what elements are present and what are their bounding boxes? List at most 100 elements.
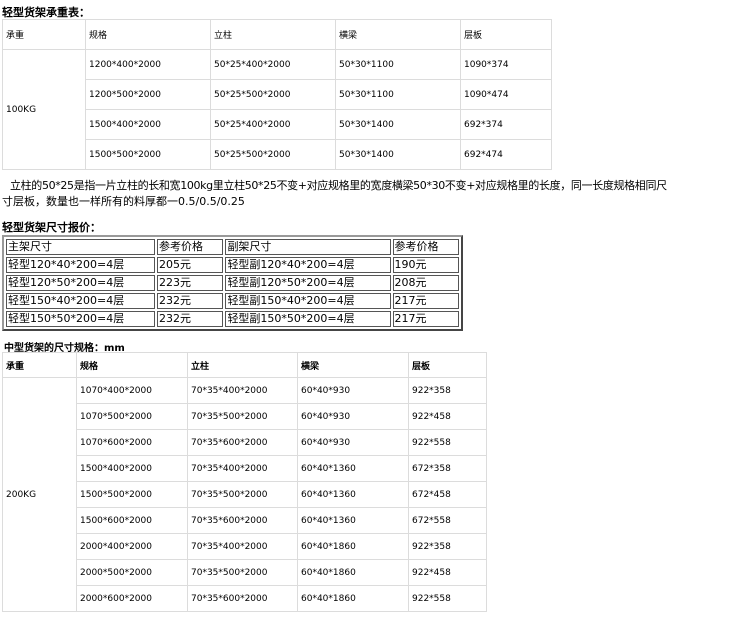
cell-beam: 50*30*1100	[335, 79, 461, 110]
header-load: 承重	[2, 352, 77, 378]
cell-upright: 50*25*500*2000	[210, 79, 336, 110]
section2-title: 轻型货架尺寸报价：	[2, 221, 101, 234]
cell-upright: 50*25*400*2000	[210, 49, 336, 80]
cell-beam: 60*40*1860	[297, 585, 409, 612]
table-row: 200KG 1070*400*2000 70*35*400*2000 60*40*93…	[2, 377, 487, 612]
table-row: 1500*400*2000 50*25*400*2000 50*30*1400 692…	[3, 109, 552, 140]
cell-upright: 70*35*400*2000	[187, 533, 298, 560]
header-spec: 规格	[85, 19, 211, 50]
cell-beam: 60*40*930	[297, 377, 409, 404]
cell-beam: 60*40*930	[297, 403, 409, 430]
cell-upright: 70*35*400*2000	[187, 455, 298, 482]
cell-load: 200KG	[2, 377, 77, 612]
cell-spec: 1500*600*2000	[76, 507, 188, 534]
cell-spec: 1070*600*2000	[76, 429, 188, 456]
cell-spec: 1070*400*2000	[76, 377, 188, 404]
cell-sub-size: 轻型副150*40*200=4层	[225, 293, 391, 309]
table-row: 轻型150*40*200=4层 232元 轻型副150*40*200=4层 217元	[6, 293, 459, 309]
cell-sub-size: 轻型副120*40*200=4层	[225, 257, 391, 273]
cell-spec: 1070*500*2000	[76, 403, 188, 430]
cell-shelf: 672*458	[408, 481, 487, 508]
cell-main-size: 轻型120*40*200=4层	[6, 257, 155, 273]
table-row: 轻型120*50*200=4层 223元 轻型副120*50*200=4层 208元	[6, 275, 459, 291]
cell-upright: 70*35*500*2000	[187, 403, 298, 430]
cell-shelf: 1090*374	[460, 49, 552, 80]
cell-upright: 70*35*600*2000	[187, 585, 298, 612]
cell-sub-size: 轻型副150*50*200=4层	[225, 311, 391, 327]
cell-spec: 1500*400*2000	[85, 109, 211, 140]
cell-spec: 1200*500*2000	[85, 79, 211, 110]
cell-beam: 60*40*930	[297, 429, 409, 456]
cell-shelf: 672*358	[408, 455, 487, 482]
cell-shelf: 692*374	[460, 109, 552, 140]
cell-shelf: 922*458	[408, 559, 487, 586]
header-shelf: 层板	[460, 19, 552, 50]
cell-sub-price: 217元	[392, 311, 459, 327]
cell-main-price: 205元	[157, 257, 224, 273]
price-header-price: 参考价格	[157, 239, 224, 255]
cell-beam: 50*30*1400	[335, 109, 461, 140]
cell-main-size: 轻型150*50*200=4层	[6, 311, 155, 327]
cell-upright: 50*25*400*2000	[210, 109, 336, 140]
note-paragraph: 立柱的50*25是指一片立柱的长和宽100kg里立柱50*25不变+对应规格里的…	[2, 178, 748, 210]
note-line-1: 立柱的50*25是指一片立柱的长和宽100kg里立柱50*25不变+对应规格里的…	[10, 179, 667, 192]
cell-shelf: 922*458	[408, 403, 487, 430]
cell-spec: 2000*500*2000	[76, 559, 188, 586]
cell-sub-price: 217元	[392, 293, 459, 309]
table-row: 1500*500*2000 50*25*500*2000 50*30*1400 692…	[3, 139, 552, 170]
cell-beam: 60*40*1860	[297, 559, 409, 586]
cell-sub-price: 208元	[392, 275, 459, 291]
cell-shelf: 692*474	[460, 139, 552, 170]
cell-beam: 60*40*1360	[297, 481, 409, 508]
table-row: 轻型120*40*200=4层 205元 轻型副120*40*200=4层 190元	[6, 257, 459, 273]
header-upright: 立柱	[210, 19, 336, 50]
light-shelf-price-table: 主架尺寸 参考价格 副架尺寸 参考价格 轻型120*40*200=4层 205元轻…	[2, 235, 463, 331]
cell-beam: 50*30*1400	[335, 139, 461, 170]
cell-beam: 60*40*1360	[297, 455, 409, 482]
cell-spec: 1500*400*2000	[76, 455, 188, 482]
table-row: 1200*500*2000 50*25*500*2000 50*30*1100 109…	[3, 79, 552, 110]
cell-main-price: 232元	[157, 311, 224, 327]
cell-upright: 70*35*500*2000	[187, 481, 298, 508]
cell-main-price: 232元	[157, 293, 224, 309]
price-header-sub: 副架尺寸	[225, 239, 391, 255]
cell-spec: 1500*500*2000	[76, 481, 188, 508]
section1-title: 轻型货架承重表：	[2, 6, 90, 19]
table-row: 轻型150*50*200=4层 232元 轻型副150*50*200=4层 217元	[6, 311, 459, 327]
cell-beam: 60*40*1360	[297, 507, 409, 534]
note-line-2: 寸层板，数量也一样所有的料厚都一0.5/0.5/0.25	[2, 195, 245, 208]
cell-spec: 2000*400*2000	[76, 533, 188, 560]
header-beam: 横梁	[297, 352, 409, 378]
cell-upright: 70*35*600*2000	[187, 507, 298, 534]
light-shelf-load-table: 承重 规格 立柱 横梁 层板 100KG 1200*400*2000 50*25*4…	[2, 19, 552, 170]
cell-upright: 50*25*500*2000	[210, 139, 336, 170]
cell-sub-price: 190元	[392, 257, 459, 273]
cell-beam: 60*40*1860	[297, 533, 409, 560]
cell-shelf: 922*358	[408, 377, 487, 404]
header-spec: 规格	[76, 352, 188, 378]
cell-load: 100KG	[2, 49, 86, 170]
price-header-price2: 参考价格	[392, 239, 459, 255]
cell-sub-size: 轻型副120*50*200=4层	[225, 275, 391, 291]
cell-shelf: 672*558	[408, 507, 487, 534]
cell-shelf: 922*358	[408, 533, 487, 560]
price-header-main: 主架尺寸	[6, 239, 155, 255]
header-beam: 横梁	[335, 19, 461, 50]
cell-upright: 70*35*500*2000	[187, 559, 298, 586]
header-upright: 立柱	[187, 352, 298, 378]
cell-main-size: 轻型150*40*200=4层	[6, 293, 155, 309]
cell-shelf: 922*558	[408, 585, 487, 612]
cell-shelf: 1090*474	[460, 79, 552, 110]
header-load: 承重	[2, 19, 86, 50]
table-row: 100KG 1200*400*2000 50*25*400*2000 50*30*11…	[2, 49, 552, 170]
cell-upright: 70*35*400*2000	[187, 377, 298, 404]
medium-shelf-spec-table: 承重 规格 立柱 横梁 层板 200KG 1070*400*2000 70*35*4…	[2, 352, 487, 612]
cell-main-size: 轻型120*50*200=4层	[6, 275, 155, 291]
cell-main-price: 223元	[157, 275, 224, 291]
header-shelf: 层板	[408, 352, 487, 378]
cell-spec: 1200*400*2000	[85, 49, 211, 80]
cell-spec: 2000*600*2000	[76, 585, 188, 612]
cell-upright: 70*35*600*2000	[187, 429, 298, 456]
cell-shelf: 922*558	[408, 429, 487, 456]
cell-spec: 1500*500*2000	[85, 139, 211, 170]
